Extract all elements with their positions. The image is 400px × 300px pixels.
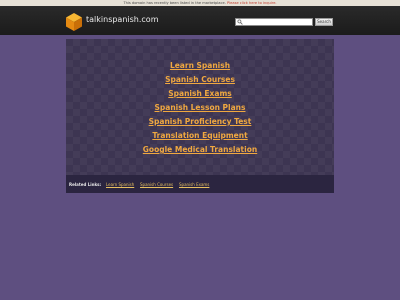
- related-links-label: Related Links:: [69, 182, 102, 187]
- link-google-medical-translation[interactable]: Google Medical Translation: [143, 145, 257, 154]
- search-box: [235, 18, 313, 26]
- list-item: Learn Spanish: [66, 53, 334, 70]
- list-item: Translation Equipment: [66, 123, 334, 140]
- related-links-bar: Related Links: Learn Spanish Spanish Cou…: [66, 175, 334, 193]
- list-item: Spanish Courses: [66, 67, 334, 84]
- list-item: Spanish Lesson Plans: [66, 95, 334, 112]
- main-links-panel: Learn Spanish Spanish Courses Spanish Ex…: [66, 39, 334, 175]
- list-item: Google Medical Translation: [66, 137, 334, 154]
- search-input[interactable]: [244, 19, 312, 25]
- link-list: Learn Spanish Spanish Courses Spanish Ex…: [66, 53, 334, 154]
- search-button[interactable]: Search: [315, 18, 333, 26]
- notice-inquire-link[interactable]: Please click here to inquire.: [227, 1, 277, 5]
- search-icon: [237, 19, 243, 25]
- logo-cube-icon[interactable]: [66, 13, 82, 31]
- site-name[interactable]: talkinspanish.com: [86, 15, 159, 24]
- site-header: talkinspanish.com Search: [0, 6, 400, 35]
- related-link-spanish-courses[interactable]: Spanish Courses: [140, 182, 173, 187]
- list-item: Spanish Exams: [66, 81, 334, 98]
- related-link-learn-spanish[interactable]: Learn Spanish: [106, 182, 134, 187]
- list-item: Spanish Proficiency Test: [66, 109, 334, 126]
- notice-text: This domain has recently been listed in …: [123, 1, 226, 5]
- related-link-spanish-exams[interactable]: Spanish Exams: [179, 182, 209, 187]
